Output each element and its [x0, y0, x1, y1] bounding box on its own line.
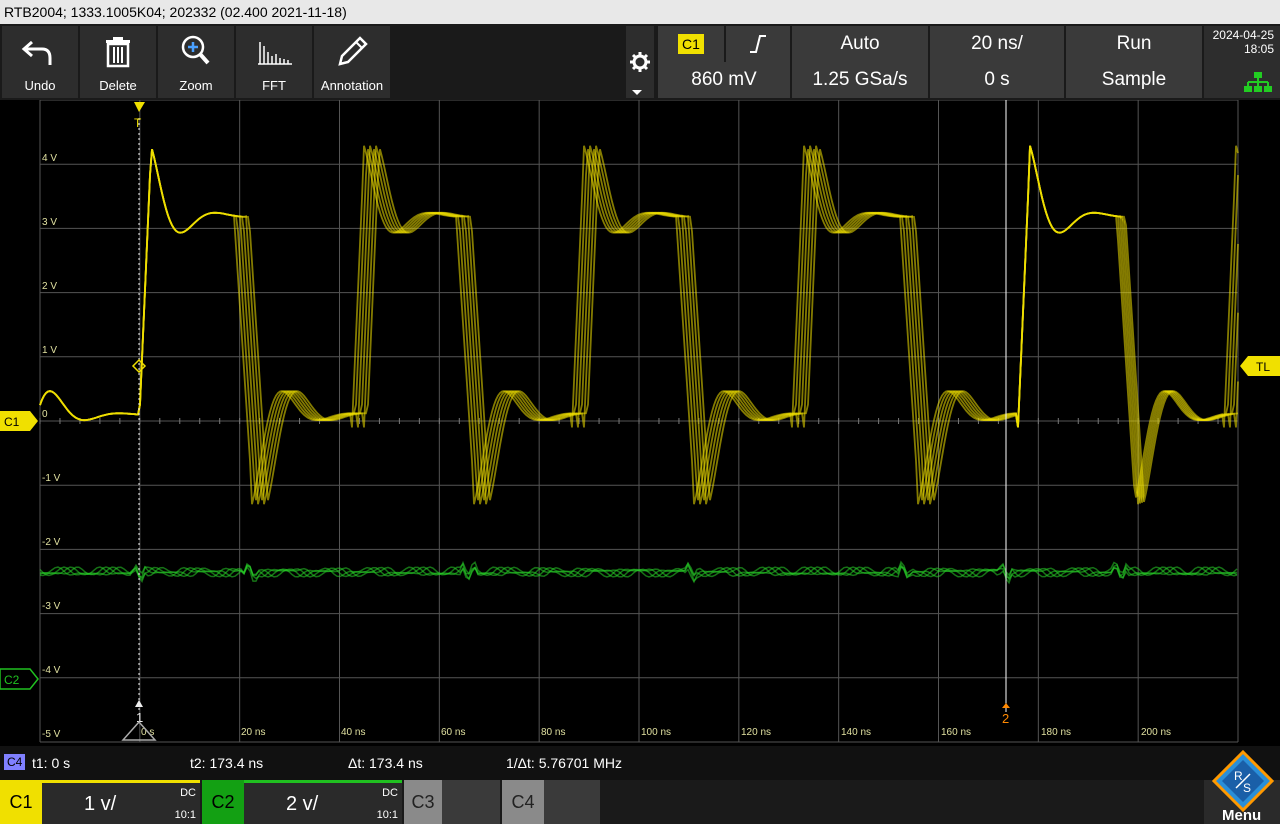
channel-3-button[interactable]: C3	[404, 780, 442, 824]
cursor-2-label: 2	[1002, 711, 1009, 726]
x-axis-label: 160 ns	[941, 727, 971, 738]
channel-2-scale: 2 v/	[286, 793, 319, 815]
menu-button[interactable]: R S Menu	[1204, 750, 1280, 824]
trigger-level-button[interactable]: 860 mV	[658, 62, 790, 98]
network-icon	[1244, 72, 1272, 92]
y-axis-label: -3 V	[42, 601, 61, 612]
y-axis-label: 4 V	[42, 153, 57, 164]
y-axis-label: 0	[42, 409, 48, 420]
horizontal-position-button[interactable]: 0 s	[930, 62, 1064, 98]
channel-1-scale: 1 v/	[84, 793, 117, 815]
trigger-mode-button[interactable]: Auto	[792, 26, 928, 62]
c1-marker-label: C1	[4, 415, 20, 429]
x-axis-label: 120 ns	[741, 727, 771, 738]
trigger-source-button[interactable]: C1	[658, 26, 724, 62]
settings-button[interactable]	[626, 26, 654, 98]
channel-1-coupling: DC	[180, 787, 196, 799]
waveform-display[interactable]: 4 V3 V2 V1 V0-1 V-2 V-3 V-4 V-5 V 0 s 20 …	[0, 100, 1280, 746]
trigger-source-badge: C1	[678, 34, 704, 54]
window-title: RTB2004; 1333.1005K04; 202332 (02.400 20…	[4, 4, 347, 20]
timebase-button[interactable]: 20 ns/	[930, 26, 1064, 62]
channel-2-coupling: DC	[382, 787, 398, 799]
rohde-schwarz-logo-icon: R S	[1212, 750, 1274, 812]
y-axis-label: 1 V	[42, 345, 57, 356]
menu-label: Menu	[1222, 807, 1262, 824]
y-axis-label: -2 V	[42, 537, 61, 548]
rising-edge-icon	[750, 35, 766, 53]
x-axis-label: 20 ns	[241, 727, 265, 738]
acquisition-mode-button[interactable]: Sample	[1066, 62, 1202, 98]
tl-marker-label: TL	[1256, 360, 1270, 374]
cursor-delta-readout: Δt: 173.4 ns	[348, 755, 423, 771]
run-stop-button[interactable]: Run	[1066, 26, 1202, 62]
channel-4-settings[interactable]	[544, 780, 600, 824]
trigger-top-label: T	[134, 116, 142, 130]
gear-icon	[630, 52, 650, 72]
c2-marker-label: C2	[4, 673, 20, 687]
channel-2-probe: 10:1	[376, 809, 398, 821]
x-axis-label: 80 ns	[541, 727, 565, 738]
x-axis-label: 180 ns	[1041, 727, 1071, 738]
delete-button[interactable]: Delete	[80, 26, 156, 98]
cursor-t2-readout: t2: 173.4 ns	[190, 755, 264, 771]
cursor-measurement-bar: C4 t1: 0 s t2: 173.4 ns Δt: 173.4 ns 1/Δ…	[0, 746, 1280, 780]
x-axis-label: 40 ns	[341, 727, 365, 738]
zoom-button[interactable]: Zoom	[158, 26, 234, 98]
cursor-source-badge[interactable]: C4	[4, 754, 26, 770]
x-axis-label: 200 ns	[1141, 727, 1171, 738]
cursor-frequency-readout: 1/Δt: 5.76701 MHz	[506, 755, 622, 771]
pencil-icon	[338, 36, 368, 66]
svg-text:R: R	[1234, 769, 1243, 783]
sample-rate-display[interactable]: 1.25 GSa/s	[792, 62, 928, 98]
cursor-t1-readout: t1: 0 s	[32, 755, 71, 771]
trigger-slope-button[interactable]	[726, 26, 790, 62]
channel-2-settings[interactable]: 2 v/ DC 10:1	[244, 780, 402, 824]
x-axis-label: 140 ns	[841, 727, 871, 738]
channel-bar: C1 1 v/ DC 10:1 C2 2 v/ DC 10:1 C3 C4 R …	[0, 750, 1280, 824]
date-label: 2024-04-25	[1212, 28, 1274, 42]
svg-text:S: S	[1243, 781, 1251, 795]
channel-4-button[interactable]: C4	[502, 780, 544, 824]
x-axis-label: 100 ns	[641, 727, 671, 738]
undo-icon	[21, 40, 52, 65]
datetime-panel: 2024-04-25 18:05	[1204, 26, 1280, 98]
fft-icon	[258, 42, 292, 65]
zoom-icon	[181, 35, 210, 65]
channel-1-settings[interactable]: 1 v/ DC 10:1	[42, 780, 200, 824]
y-axis-label: 3 V	[42, 217, 57, 228]
x-axis-label: 60 ns	[441, 727, 465, 738]
y-axis-label: -4 V	[42, 665, 61, 676]
trash-icon	[106, 37, 130, 68]
annotation-button[interactable]: Annotation	[314, 26, 390, 98]
time-label: 18:05	[1243, 42, 1274, 56]
title-bar: RTB2004; 1333.1005K04; 202332 (02.400 20…	[0, 0, 1280, 24]
undo-button[interactable]: Undo	[2, 26, 78, 98]
chevron-down-icon	[632, 90, 642, 95]
channel-1-probe: 10:1	[174, 809, 196, 821]
fft-button[interactable]: FFT	[236, 26, 312, 98]
y-axis-label: -1 V	[42, 473, 61, 484]
channel-1-button[interactable]: C1	[0, 780, 42, 824]
channel-2-button[interactable]: C2	[202, 780, 244, 824]
y-axis-label: -5 V	[42, 729, 61, 740]
y-axis-label: 2 V	[42, 281, 57, 292]
channel-3-settings[interactable]	[442, 780, 500, 824]
